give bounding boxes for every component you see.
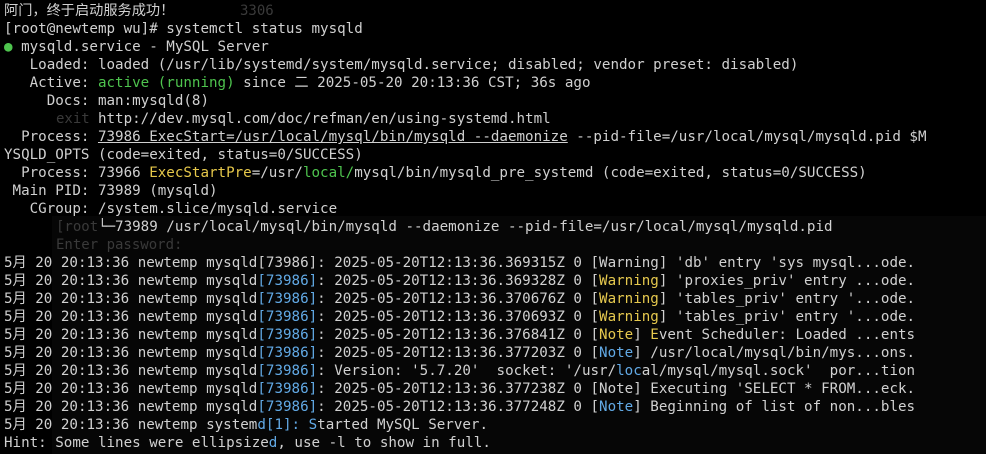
status-dot-icon: ● (4, 39, 13, 55)
terminal-line: Process: 73966 ExecStartPre=/usr/local/m… (4, 165, 867, 181)
terminal-line: ● mysqld.service - MySQL Server (4, 39, 269, 55)
ghost-text: [root (56, 219, 99, 235)
ghost-text: 3306 (240, 3, 274, 19)
terminal-line: http://dev.mysql.com/doc/refman/en/using… (4, 111, 551, 127)
ghost-text: Enter password: (56, 237, 183, 253)
status-active: active (running) (97, 75, 235, 91)
terminal-line: Active: active (running) since 二 2025-05… (4, 75, 591, 91)
terminal-line: Docs: man:mysqld(8) (4, 93, 209, 109)
terminal-line: YSQLD_OPTS (code=exited, status=0/SUCCES… (4, 147, 363, 163)
background-window-overlay (52, 216, 986, 454)
ghost-text: exit (56, 111, 90, 127)
terminal-line: Main PID: 73989 (mysqld) (4, 183, 218, 199)
terminal-line: 阿门，终于启动服务成功！ (4, 3, 175, 19)
terminal-line: Loaded: loaded (/usr/lib/systemd/system/… (4, 57, 799, 73)
terminal-line: [root@newtemp wu]# systemctl status mysq… (4, 21, 363, 37)
terminal-line: Process: 73986 ExecStart=/usr/local/mysq… (4, 129, 927, 145)
terminal-window[interactable]: 3306 exit [root Enter password: 阿门，终于启动服… (0, 0, 986, 454)
